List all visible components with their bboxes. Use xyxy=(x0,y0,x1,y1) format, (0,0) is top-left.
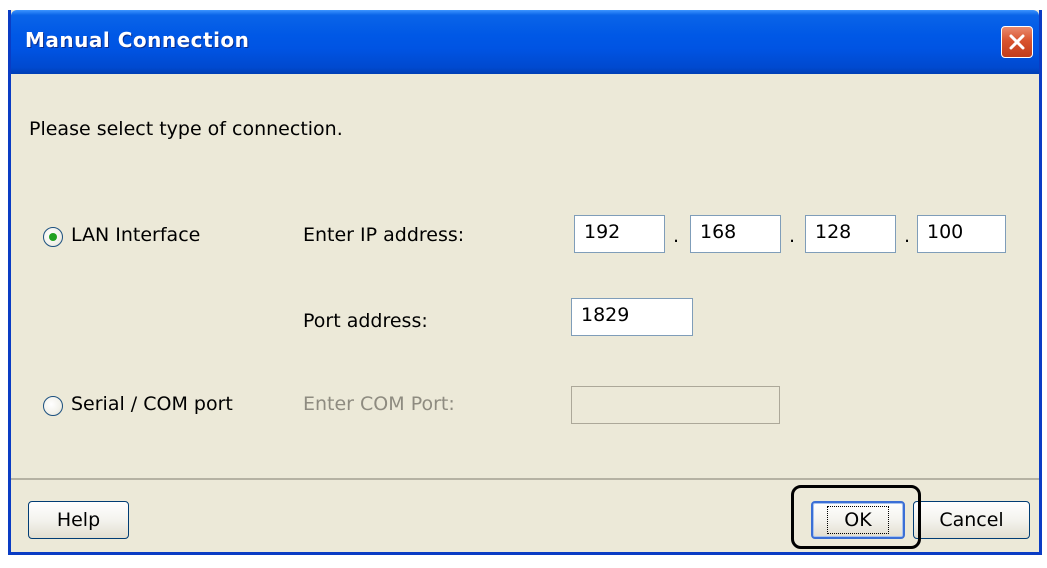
port-address-input[interactable]: 1829 xyxy=(571,298,693,336)
lan-interface-radio[interactable] xyxy=(43,227,63,247)
ip-octet-2-input[interactable]: 168 xyxy=(690,215,781,253)
serial-com-port-radio[interactable] xyxy=(43,396,63,416)
serial-com-port-label[interactable]: Serial / COM port xyxy=(71,393,233,415)
help-button[interactable]: Help xyxy=(28,501,129,539)
lan-interface-label[interactable]: LAN Interface xyxy=(71,224,200,246)
cancel-button-label: Cancel xyxy=(939,509,1004,531)
ip-separator: . xyxy=(904,225,911,247)
radio-selected-dot xyxy=(49,233,57,241)
window-title: Manual Connection xyxy=(25,28,250,52)
ok-button-label: OK xyxy=(827,506,889,534)
ip-separator: . xyxy=(673,225,680,247)
close-button[interactable] xyxy=(1001,26,1033,58)
port-address-label: Port address: xyxy=(303,310,428,332)
ip-octet-3-input[interactable]: 128 xyxy=(805,215,896,253)
close-icon xyxy=(1008,33,1026,51)
com-port-label: Enter COM Port: xyxy=(303,393,455,415)
ip-octet-1-input[interactable]: 192 xyxy=(574,215,665,253)
ip-separator: . xyxy=(789,225,796,247)
dialog-content: Please select type of connection. LAN In… xyxy=(11,74,1039,480)
title-bar[interactable]: Manual Connection xyxy=(11,10,1039,74)
ok-button[interactable]: OK xyxy=(811,501,905,539)
instructions-text: Please select type of connection. xyxy=(29,118,343,140)
ip-address-label: Enter IP address: xyxy=(303,224,465,246)
com-port-input[interactable] xyxy=(571,386,780,424)
help-button-label: Help xyxy=(56,509,101,531)
cancel-button[interactable]: Cancel xyxy=(913,501,1030,539)
manual-connection-dialog: Manual Connection Please select type of … xyxy=(8,10,1042,555)
ip-octet-4-input[interactable]: 100 xyxy=(917,215,1006,253)
